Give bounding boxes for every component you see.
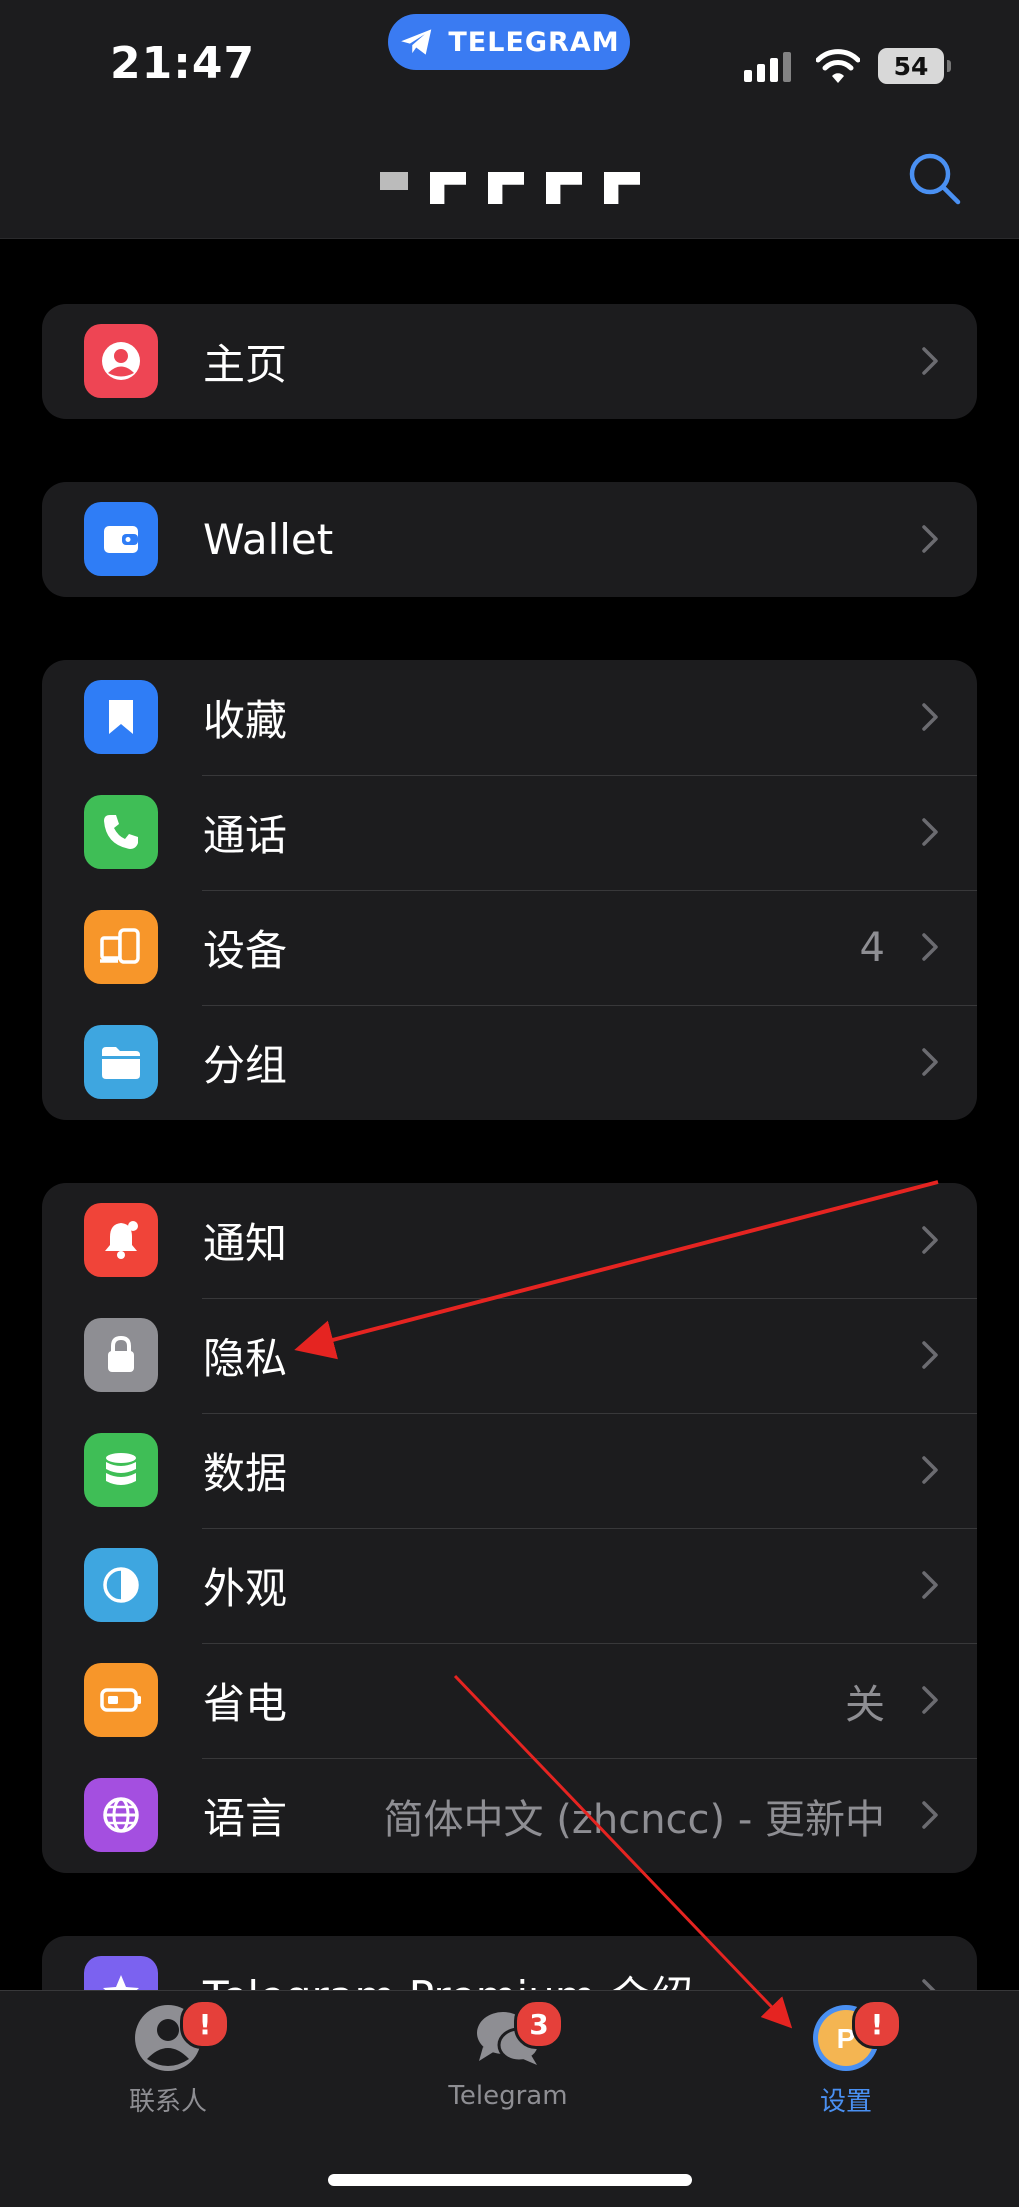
tab-label: Telegram: [448, 2081, 568, 2111]
battery-icon: [84, 1663, 158, 1737]
settings-row-value: 简体中文 (zhcncc) - 更新中: [383, 1796, 885, 1843]
tab-chats[interactable]: 3 Telegram: [408, 1991, 608, 2131]
settings-group-general: 收藏 通话 设备 4 分组: [42, 660, 977, 1120]
tab-settings[interactable]: P ! 设置: [746, 1991, 946, 2131]
bell-icon: [84, 1203, 158, 1277]
battery-indicator: 54: [878, 48, 951, 84]
redacted-title: [380, 172, 640, 204]
settings-group-preferences: 通知 隐私 数据 外观 省电 关 语言 简体中文 (zhcncc) - 更新中: [42, 1183, 977, 1873]
tab-label: 联系人: [128, 2087, 207, 2117]
settings-row-calls[interactable]: 通话: [42, 775, 977, 890]
notification-badge: !: [852, 1999, 902, 2049]
wifi-icon: [816, 49, 860, 83]
home-indicator[interactable]: [328, 2174, 692, 2186]
chevron-right-icon: [922, 1341, 938, 1369]
settings-row-label: 通话: [203, 811, 288, 860]
settings-row-notifications[interactable]: 通知: [42, 1183, 977, 1298]
settings-row-label: 主页: [203, 340, 288, 389]
settings-row-label: 外观: [203, 1564, 288, 1613]
status-time: 21:47: [110, 38, 256, 89]
chevron-right-icon: [922, 525, 938, 553]
tab-contacts[interactable]: ! 联系人: [68, 1991, 268, 2131]
chevron-right-icon: [922, 1456, 938, 1484]
search-icon[interactable]: [904, 148, 964, 208]
lock-icon: [84, 1318, 158, 1392]
chevron-right-icon: [922, 1686, 938, 1714]
settings-row-value: 关: [845, 1681, 885, 1728]
chevron-right-icon: [922, 933, 938, 961]
telegram-pill-label: TELEGRAM: [448, 26, 620, 58]
phone-icon: [84, 795, 158, 869]
settings-group-profile: 主页: [42, 304, 977, 419]
settings-row-language[interactable]: 语言 简体中文 (zhcncc) - 更新中: [42, 1758, 977, 1873]
chevron-right-icon: [922, 703, 938, 731]
settings-row-label: 设备: [203, 926, 288, 975]
settings-row-devices[interactable]: 设备 4: [42, 890, 977, 1005]
profile-icon: [84, 324, 158, 398]
bookmark-icon: [84, 680, 158, 754]
settings-row-label: 数据: [203, 1449, 288, 1498]
settings-row-label: 收藏: [203, 696, 288, 745]
chevron-right-icon: [922, 1048, 938, 1076]
tab-label: 设置: [819, 2087, 872, 2117]
chevron-right-icon: [922, 347, 938, 375]
globe-icon: [84, 1778, 158, 1852]
folder-icon: [84, 1025, 158, 1099]
navigation-header: [0, 120, 1019, 239]
appearance-icon: [84, 1548, 158, 1622]
telegram-plane-icon: [401, 29, 432, 55]
settings-row-data[interactable]: 数据: [42, 1413, 977, 1528]
chevron-right-icon: [922, 1571, 938, 1599]
devices-icon: [84, 910, 158, 984]
status-bar: 21:47 TELEGRAM 54: [0, 0, 1019, 120]
settings-row-label: 分组: [203, 1041, 288, 1090]
settings-row-profile[interactable]: 主页: [42, 304, 977, 419]
settings-row-power-saving[interactable]: 省电 关: [42, 1643, 977, 1758]
settings-row-value: 4: [859, 924, 885, 971]
chevron-right-icon: [922, 1226, 938, 1254]
settings-row-label: 通知: [203, 1219, 288, 1268]
cellular-signal-icon: [744, 52, 791, 82]
settings-row-appearance[interactable]: 外观: [42, 1528, 977, 1643]
chevron-right-icon: [922, 1801, 938, 1829]
telegram-status-pill[interactable]: TELEGRAM: [388, 14, 630, 70]
settings-row-label: 隐私: [203, 1334, 288, 1383]
settings-row-folders[interactable]: 分组: [42, 1005, 977, 1120]
settings-row-saved[interactable]: 收藏: [42, 660, 977, 775]
database-icon: [84, 1433, 158, 1507]
notification-badge: !: [180, 1999, 230, 2049]
settings-row-wallet[interactable]: Wallet: [42, 482, 977, 597]
chevron-right-icon: [922, 818, 938, 846]
settings-row-label: 语言: [203, 1794, 288, 1843]
settings-group-wallet: Wallet: [42, 482, 977, 597]
wallet-icon: [84, 502, 158, 576]
settings-row-label: Wallet: [203, 515, 334, 564]
settings-row-label: 省电: [203, 1679, 288, 1728]
settings-row-privacy[interactable]: 隐私: [42, 1298, 977, 1413]
notification-badge: 3: [514, 1999, 564, 2049]
